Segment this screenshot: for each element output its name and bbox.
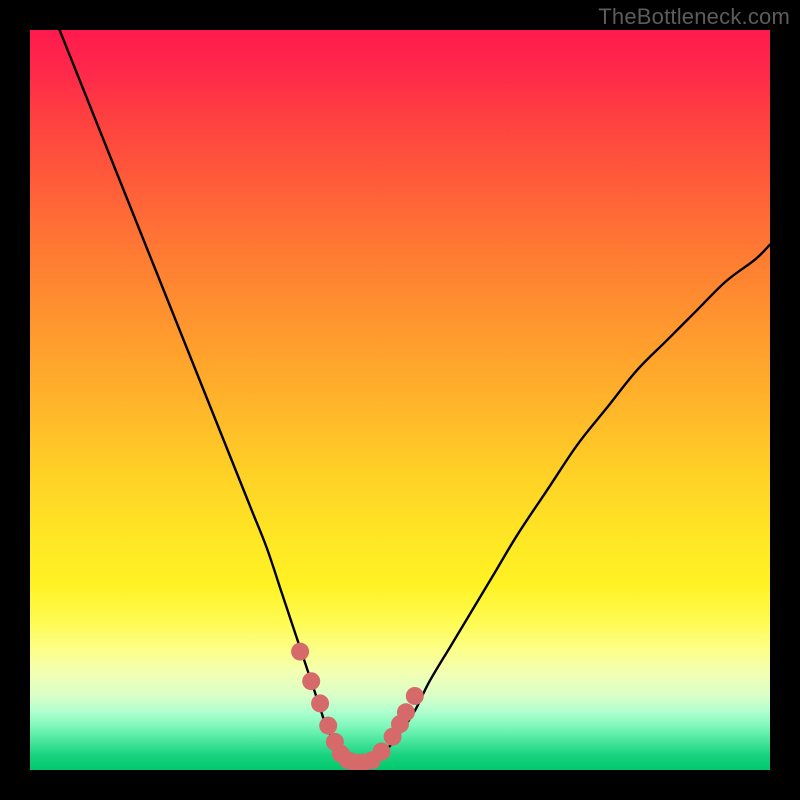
curve-marker: [406, 687, 424, 705]
plot-area: [30, 30, 770, 770]
curve-marker: [291, 643, 309, 661]
curve-path: [60, 30, 770, 763]
watermark-text: TheBottleneck.com: [598, 4, 790, 30]
bottleneck-curve: [30, 30, 770, 770]
curve-marker: [373, 743, 391, 761]
curve-marker: [319, 717, 337, 735]
chart-frame: TheBottleneck.com: [0, 0, 800, 800]
curve-marker: [311, 694, 329, 712]
curve-marker: [302, 672, 320, 690]
curve-marker: [397, 703, 415, 721]
